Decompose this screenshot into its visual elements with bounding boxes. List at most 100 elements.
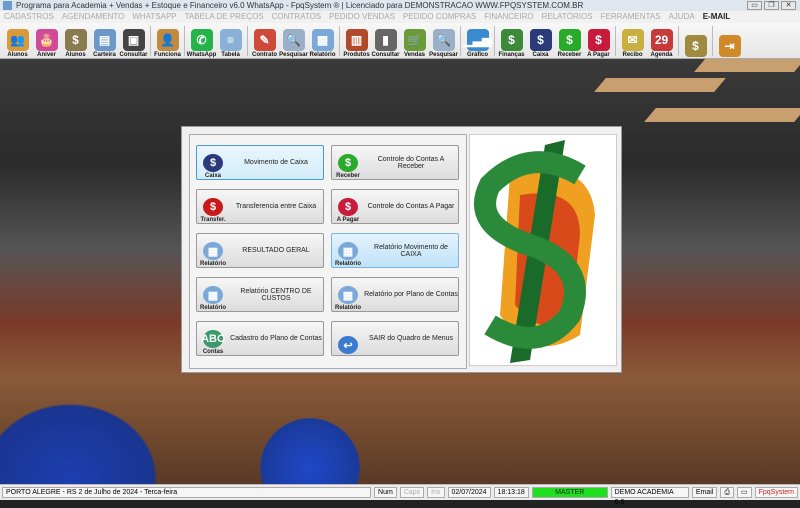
status-bar: PORTO ALEGRE - RS 2 de Julho de 2024 - T… (0, 484, 800, 506)
toolbar-button[interactable]: ▮ Consultar (371, 24, 400, 58)
dialog-button[interactable]: $ Transfer. Transferencia entre Caixa (196, 189, 324, 224)
toolbar-button[interactable]: ▥ Produtos (342, 24, 371, 58)
toolbar-button[interactable]: 🔍 Pesquisar (279, 24, 308, 58)
menu-item[interactable]: AGENDAMENTO (62, 11, 125, 23)
toolbar-icon: ▣ (122, 29, 145, 51)
toolbar-button[interactable]: 👤 Funciona (153, 24, 182, 58)
toolbar-button[interactable]: ▁▃▅ Gráfico (463, 24, 492, 58)
icon-caption: A Pagar (336, 217, 360, 223)
toolbar-button[interactable]: 🎂 Aniver (32, 24, 61, 58)
title-bar: Programa para Academia + Vendas + Estoqu… (0, 0, 800, 11)
toolbar-button[interactable]: $ Caixa (526, 24, 555, 58)
dollar-icon: ↩ (338, 336, 358, 354)
menu-item[interactable]: AJUDA (668, 11, 694, 23)
toolbar-button[interactable]: ⇥ (715, 24, 744, 58)
dialog-button[interactable]: ▦ Relatório Relatório Movimento de CAIXA (331, 233, 459, 268)
menu-item[interactable]: FINANCEIRO (484, 11, 533, 23)
toolbar-button[interactable]: $ Alunos (61, 24, 90, 58)
toolbar-button[interactable]: $ Finanças (497, 24, 526, 58)
button-icon: $ A Pagar (332, 190, 364, 223)
toolbar-icon: $ (587, 29, 610, 51)
toolbar-icon: $ (684, 35, 707, 57)
dialog-button[interactable]: ▦ Relatório Relatório CENTRO DE CUSTOS (196, 277, 324, 312)
icon-caption: Transfer. (200, 217, 226, 223)
button-icon: ▦ Relatório (197, 278, 229, 311)
button-label: Transferencia entre Caixa (235, 203, 317, 210)
dollar-icon: ABC (201, 330, 225, 348)
menu-item[interactable]: RELATÓRIOS (542, 11, 593, 23)
toolbar-separator (460, 26, 461, 56)
status-num: Num (374, 487, 397, 498)
toolbar-icon: $ (558, 29, 581, 51)
toolbar-button[interactable]: ≡ Tabela (216, 24, 245, 58)
toolbar-button[interactable]: ✆ WhatsApp (187, 24, 216, 58)
toolbar-label: Funciona (154, 52, 181, 58)
toolbar-button[interactable]: ▤ Carteira (90, 24, 119, 58)
toolbar-button[interactable]: $ (681, 24, 710, 58)
icon-caption: Relatório (334, 305, 361, 311)
menu-item[interactable]: CADASTROS (4, 11, 54, 23)
close-button[interactable]: ✕ (781, 1, 796, 10)
button-panel: $ Caixa Movimento de Caixa $ Receber Controle… (189, 134, 467, 369)
printer-icon[interactable]: ⎙ (720, 487, 734, 498)
toolbar-button[interactable]: 👥 Alunos (3, 24, 32, 58)
status-ins: Ins (427, 487, 445, 498)
button-icon: $ Caixa (197, 146, 229, 179)
toolbar-label: Gráfico (466, 52, 488, 58)
toolbar-button[interactable]: $ A Pagar (584, 24, 613, 58)
restore-button[interactable]: ❐ (764, 1, 779, 10)
button-label: Relatório CENTRO DE CUSTOS (240, 287, 312, 302)
toolbar-label: Caixa (532, 52, 549, 58)
button-label: Relatório Movimento de CAIXA (374, 243, 448, 258)
toolbar-button[interactable]: $ Receber (555, 24, 584, 58)
button-label: RESULTADO GERAL (242, 247, 310, 254)
toolbar-button[interactable]: ▦ Relatório (308, 24, 337, 58)
toolbar-button[interactable]: 29 Agenda (647, 24, 676, 58)
toolbar-icon: ✎ (253, 29, 276, 51)
minimize-button[interactable]: ▭ (747, 1, 762, 10)
toolbar-separator (712, 26, 713, 56)
menu-item[interactable]: PEDIDO VENDAS (329, 11, 395, 23)
toolbar-separator (150, 26, 151, 56)
menu-item[interactable]: TABELA DE PREÇOS (185, 11, 264, 23)
menu-item-email[interactable]: E-MAIL (703, 11, 731, 23)
toolbar-icon: 🛒 (403, 29, 426, 51)
toolbar: 👥 Alunos 🎂 Aniver $ Alunos ▤ Carteira ▣ Consultar… (0, 23, 800, 59)
button-icon: ABC Contas (197, 322, 229, 355)
toolbar-label: Receber (557, 52, 582, 58)
dialog-button[interactable]: ABC Contas Cadastro do Plano de Contas (196, 321, 324, 356)
status-email-button[interactable]: Email (691, 487, 718, 498)
dialog-button[interactable]: ▦ Relatório RESULTADO GERAL (196, 233, 324, 268)
toolbar-button[interactable]: 🛒 Vendas (400, 24, 429, 58)
toolbar-button[interactable]: 🔍 Pesquisar (429, 24, 458, 58)
menu-item[interactable]: CONTRATOS (272, 11, 321, 23)
monitor-icon[interactable]: ▭ (736, 487, 752, 498)
dialog-button[interactable]: ↩ SAIR do Quadro de Menus (331, 321, 459, 356)
toolbar-label: Consultar (371, 52, 400, 58)
dollar-icon: ▦ (338, 242, 358, 260)
menu-item[interactable]: PEDIDO COMPRAS (403, 11, 476, 23)
toolbar-icon: 👤 (156, 29, 179, 51)
status-brand[interactable]: FpqSystem (754, 487, 798, 498)
toolbar-icon: 🎂 (35, 29, 58, 51)
toolbar-icon: ▤ (93, 29, 116, 51)
toolbar-label: Alunos (7, 52, 28, 58)
toolbar-label: Alunos (65, 52, 86, 58)
toolbar-icon: ▮ (374, 29, 397, 51)
dialog-button[interactable]: $ A Pagar Controle do Contas A Pagar (331, 189, 459, 224)
dialog-button[interactable]: $ Caixa Movimento de Caixa (196, 145, 324, 180)
icon-caption: Relatório (334, 261, 361, 267)
toolbar-label: A Pagar (587, 52, 610, 58)
dialog-button[interactable]: ▦ Relatório Relatório por Plano de Contas (331, 277, 459, 312)
icon-caption: Relatório (199, 305, 226, 311)
button-label: Movimento de Caixa (244, 159, 308, 166)
toolbar-button[interactable]: ✎ Contrato (250, 24, 279, 58)
button-label: Cadastro do Plano de Contas (230, 335, 322, 342)
icon-caption: Relatório (199, 261, 226, 267)
toolbar-button[interactable]: ▣ Consultar (119, 24, 148, 58)
menu-item[interactable]: WHATSAPP (132, 11, 176, 23)
dialog-button[interactable]: $ Receber Controle do Contas A Receber (331, 145, 459, 180)
menu-item[interactable]: FERRAMENTAS (601, 11, 661, 23)
toolbar-button[interactable]: ✉ Recibo (618, 24, 647, 58)
dollar-icon: $ (338, 198, 358, 216)
